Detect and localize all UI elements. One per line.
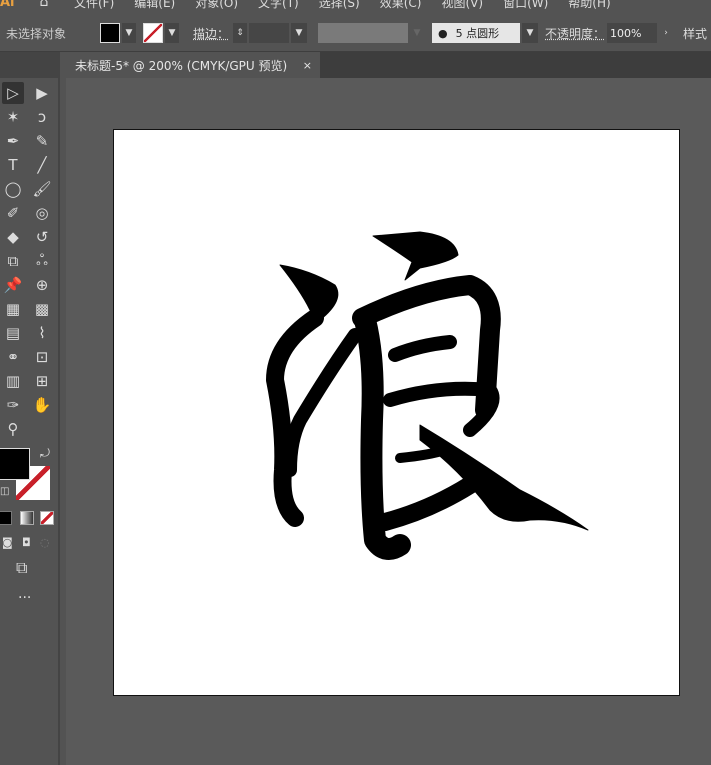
top-dot-stroke [372,231,459,281]
water-rise-stroke [283,328,362,477]
gen-sweep-stroke [419,424,589,531]
gen-mid-stroke [388,335,457,362]
fill-swatch-large[interactable] [0,448,30,480]
gen-hook-stroke [376,476,479,531]
calligraphy-artwork[interactable] [0,0,711,765]
